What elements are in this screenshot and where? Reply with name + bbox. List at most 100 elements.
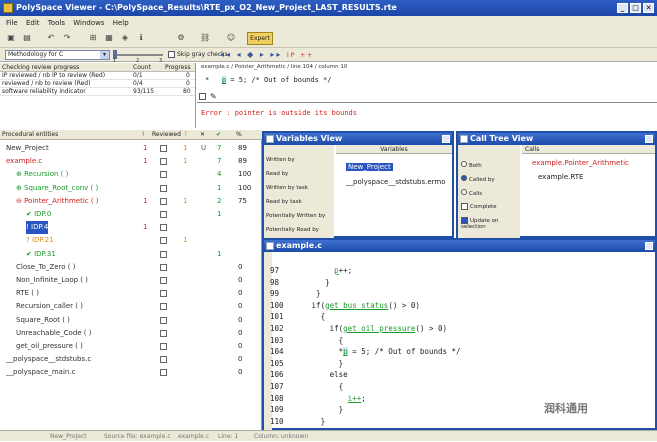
reviewed-checkbox[interactable]: [160, 211, 167, 218]
call-item[interactable]: example.RTE: [538, 173, 583, 181]
option-potentially-written-by[interactable]: Potentially Written by: [266, 213, 325, 219]
code-line[interactable]: 105 }: [270, 358, 343, 369]
tree-row[interactable]: ⊖ Pointer_Arithmetic ( ) 1 1 2 75: [0, 195, 262, 208]
code-line[interactable]: 107 {: [270, 381, 343, 392]
tree-icon[interactable]: ⊞: [88, 33, 98, 43]
level-slider[interactable]: [113, 50, 163, 59]
panel-close-icon[interactable]: [645, 135, 653, 143]
radio-both[interactable]: Both: [461, 161, 482, 169]
close-button[interactable]: ✕: [643, 3, 654, 13]
tree-row[interactable]: ✔ IDP.0 1: [0, 208, 262, 221]
option-potentially-read-by[interactable]: Potentially Read by: [266, 227, 319, 233]
reviewed-checkbox[interactable]: [160, 237, 167, 245]
radio-calls[interactable]: Calls: [461, 189, 482, 197]
reviewed-checkbox[interactable]: [160, 316, 167, 324]
ip-next-button[interactable]: IP ++: [287, 52, 314, 59]
tree-row[interactable]: ✔ IDP.31 1: [0, 248, 262, 261]
menu-edit[interactable]: Edit: [26, 19, 40, 27]
maximize-button[interactable]: □: [630, 3, 641, 13]
image-icon[interactable]: ▦: [104, 33, 114, 43]
expert-button[interactable]: Expert: [247, 32, 273, 45]
comment-checkbox[interactable]: [199, 93, 206, 100]
code-check-link[interactable]: i++: [348, 394, 362, 403]
review-row[interactable]: software reliability indicator 93/115 80: [0, 88, 195, 96]
menu-windows[interactable]: Windows: [73, 19, 104, 27]
methodology-select[interactable]: Methodology for C ▾: [5, 50, 110, 60]
tree-row[interactable]: get_oil_pressure ( ) 0: [0, 340, 262, 353]
skip-gray-checkbox[interactable]: Skip gray checks: [168, 50, 228, 60]
reviewed-checkbox[interactable]: [160, 158, 167, 166]
chevron-down-icon[interactable]: ▾: [100, 51, 109, 59]
navigation-arrows[interactable]: ◂◂ ◂ ◆ ▸ ▸▸ IP ++: [220, 50, 314, 61]
info-icon[interactable]: ℹ: [136, 33, 146, 43]
panel-close-icon[interactable]: [645, 242, 653, 250]
source-line[interactable]: * p = 5; /* Out of bounds */: [205, 76, 331, 84]
tree-row[interactable]: ⊕ Recursion ( ) 4 100: [0, 168, 262, 181]
tree-row[interactable]: Recursion_caller ( ) 0: [0, 300, 262, 313]
code-line[interactable]: 110 }: [270, 416, 325, 427]
code-line[interactable]: 98 }: [270, 277, 330, 288]
reviewed-checkbox[interactable]: [160, 356, 167, 364]
reviewed-checkbox[interactable]: [160, 171, 167, 179]
code-line[interactable]: 108 i++;: [270, 393, 366, 404]
save-icon[interactable]: ▤: [22, 33, 32, 43]
reviewed-checkbox[interactable]: [160, 250, 167, 258]
undo-icon[interactable]: ↶: [46, 33, 56, 43]
code-check-link[interactable]: get bus status: [325, 301, 388, 310]
reviewed-checkbox[interactable]: [160, 224, 167, 232]
tree-row[interactable]: Close_To_Zero ( ) 0: [0, 261, 262, 274]
code-line[interactable]: 104 *p = 5; /* Out of bounds */: [270, 346, 461, 357]
edit-icon[interactable]: ✎: [210, 92, 217, 101]
minimize-button[interactable]: _: [617, 3, 628, 13]
code-line[interactable]: 103 {: [270, 335, 343, 346]
settings-icon[interactable]: ⚙: [176, 33, 186, 43]
tree-row[interactable]: Square_Root ( ) 0: [0, 314, 262, 327]
reviewed-checkbox[interactable]: [160, 145, 167, 152]
option-written-by-task[interactable]: Written by task: [266, 185, 308, 191]
reviewed-checkbox[interactable]: [160, 277, 167, 284]
code-line[interactable]: 101 {: [270, 311, 325, 322]
tree-row[interactable]: ? IDP.21 1: [0, 234, 262, 247]
tree-row[interactable]: ! IDP.4 1: [0, 221, 262, 235]
reviewed-checkbox[interactable]: [160, 303, 167, 311]
filter-icon[interactable]: ◈: [120, 33, 130, 43]
variable-item[interactable]: __polyspace__stdstubs.ermo: [346, 178, 446, 186]
review-row[interactable]: IP reviewed / nb IP to review (Red) 0/1 …: [0, 72, 195, 80]
option-read-by-task[interactable]: Read by task: [266, 199, 302, 205]
option-read-by[interactable]: Read by: [266, 171, 288, 177]
tree-row[interactable]: Non_Infinite_Loop ( ) 0: [0, 274, 262, 287]
code-line[interactable]: 109 }: [270, 404, 343, 415]
redo-icon[interactable]: ↷: [62, 33, 72, 43]
tree-row[interactable]: RTE ( ) 0: [0, 287, 262, 300]
reviewed-checkbox[interactable]: [160, 369, 167, 377]
variable-item[interactable]: New_Project: [346, 163, 393, 171]
users-icon[interactable]: ☺: [226, 33, 236, 43]
reviewed-checkbox[interactable]: [160, 184, 167, 192]
code-check-link[interactable]: get oil pressure: [343, 324, 415, 333]
tree-row[interactable]: New_Project 1 1 U 7 89: [0, 142, 262, 155]
code-line[interactable]: 102 if(get oil pressure() > 0): [270, 323, 447, 334]
code-line[interactable]: 106 else: [270, 369, 348, 380]
menu-help[interactable]: Help: [113, 19, 129, 27]
tree-row[interactable]: ⊕ Square_Root_conv ( ) 1 100: [0, 182, 262, 195]
code-line[interactable]: 100 if(get bus status() > 0): [270, 300, 420, 311]
panel-close-icon[interactable]: [442, 135, 450, 143]
link-icon[interactable]: ⛓: [200, 33, 210, 43]
reviewed-checkbox[interactable]: [160, 343, 167, 350]
checkbox-update-on-selection[interactable]: Update on selection: [461, 217, 520, 230]
open-icon[interactable]: ▣: [6, 33, 16, 43]
tree-row[interactable]: __polyspace__stdstubs.c 0: [0, 353, 262, 366]
tree-row[interactable]: __polyspace_main.c 0: [0, 366, 262, 379]
menu-file[interactable]: File: [6, 19, 18, 27]
call-item[interactable]: example.Pointer_Arithmetic: [532, 159, 629, 167]
checkbox-complete[interactable]: Complete: [461, 203, 497, 210]
reviewed-checkbox[interactable]: [160, 197, 167, 205]
tree-row[interactable]: Unreachable_Code ( ) 0: [0, 327, 262, 340]
code-line[interactable]: 99 }: [270, 288, 321, 299]
reviewed-checkbox[interactable]: [160, 263, 167, 271]
reviewed-checkbox[interactable]: [160, 329, 167, 337]
tree-row[interactable]: example.c 1 1 7 89: [0, 155, 262, 168]
review-row[interactable]: reviewed / nb to review (Red) 0/4 0: [0, 80, 195, 88]
menu-tools[interactable]: Tools: [48, 19, 65, 27]
reviewed-checkbox[interactable]: [160, 290, 167, 298]
